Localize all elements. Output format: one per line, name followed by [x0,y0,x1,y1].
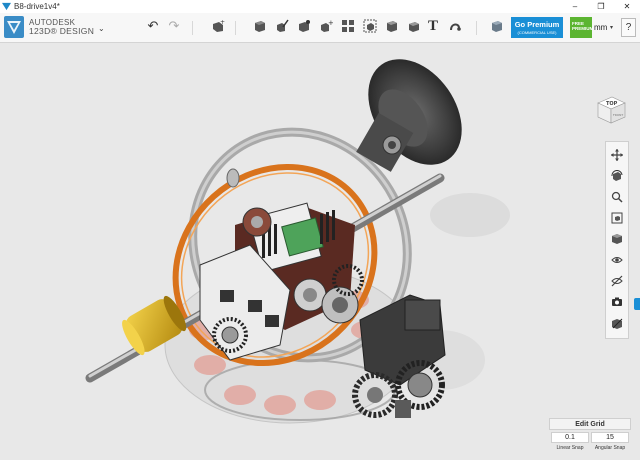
material-view-icon[interactable] [610,316,624,330]
svg-text:+: + [220,19,225,26]
text-tool-icon[interactable]: T [425,18,441,34]
3d-viewport[interactable]: TOP FRONT [0,43,640,460]
pan-icon[interactable] [610,148,624,162]
view-cube-top-label: TOP [606,101,618,107]
main-toolbar: AUTODESK 123D® DESIGN ⌄ ↶ ↷ + + T Go Pre… [0,13,640,43]
svg-text:+: + [328,19,333,27]
linear-snap-label: Linear Snap [556,445,584,451]
view-cube[interactable]: TOP FRONT [594,94,628,126]
visibility-icon[interactable] [610,253,624,267]
pattern-icon[interactable] [340,18,356,34]
snap-icon[interactable] [447,18,463,34]
angular-snap-input[interactable]: 15 [591,432,629,443]
orbit-icon[interactable] [610,169,624,183]
chevron-down-icon[interactable]: ⌄ [98,24,105,33]
window-controls: – ❐ ✕ [562,0,640,13]
sketch-icon[interactable] [274,18,290,34]
collapse-tab[interactable] [634,298,640,310]
title-bar: B8-drive1v4* – ❐ ✕ [0,0,640,13]
transform-icon[interactable]: + [210,18,226,34]
window-title: B8-drive1v4* [14,2,60,11]
app-logo-icon [2,2,11,11]
measure-icon[interactable] [406,18,422,34]
robot-model[interactable] [0,43,640,460]
modify-icon[interactable]: + [318,18,334,34]
edit-grid-panel: Edit Grid 0.1 15 Linear Snap Angular Sna… [549,418,631,456]
primitives-icon[interactable] [252,18,268,34]
combine-icon[interactable] [384,18,400,34]
premium-sublabel: (COMMERCIAL USE) [517,30,557,35]
toolbar-divider [192,21,193,35]
angular-snap-label: Angular Snap [594,445,626,451]
navigation-bar [605,141,629,339]
help-button[interactable]: ? [621,18,636,37]
brand-line2: 123D® DESIGN [29,26,95,36]
top-pin [226,168,240,188]
toolbar-divider [235,21,236,35]
toolbar-divider [476,21,477,35]
minimize-button[interactable]: – [562,0,588,13]
premium-label: Go Premium [514,20,560,29]
close-button[interactable]: ✕ [614,0,640,13]
undo-icon[interactable]: ↶ [145,18,161,34]
zoom-icon[interactable] [610,190,624,204]
grouping-icon[interactable] [362,18,378,34]
go-premium-button[interactable]: Go Premium (COMMERCIAL USE) [511,17,563,38]
camera-icon[interactable] [610,295,624,309]
maximize-button[interactable]: ❐ [588,0,614,13]
view-cube-front-label: FRONT [613,113,623,117]
material-icon[interactable] [489,18,505,34]
fit-icon[interactable] [610,211,624,225]
construct-icon[interactable] [296,18,312,34]
free-premium-badge[interactable]: FREE PREMIUM [570,17,593,38]
view-mode-icon[interactable] [610,232,624,246]
redo-icon[interactable]: ↷ [166,18,182,34]
linear-snap-input[interactable]: 0.1 [551,432,589,443]
app-menu[interactable]: AUTODESK 123D® DESIGN [4,16,94,38]
units-caret-icon[interactable]: ▾ [610,24,613,31]
units-selector[interactable]: mm [594,23,607,32]
123d-logo-icon [4,16,24,38]
floor-shadow [430,193,510,237]
hide-icon[interactable] [610,274,624,288]
edit-grid-button[interactable]: Edit Grid [549,418,631,430]
